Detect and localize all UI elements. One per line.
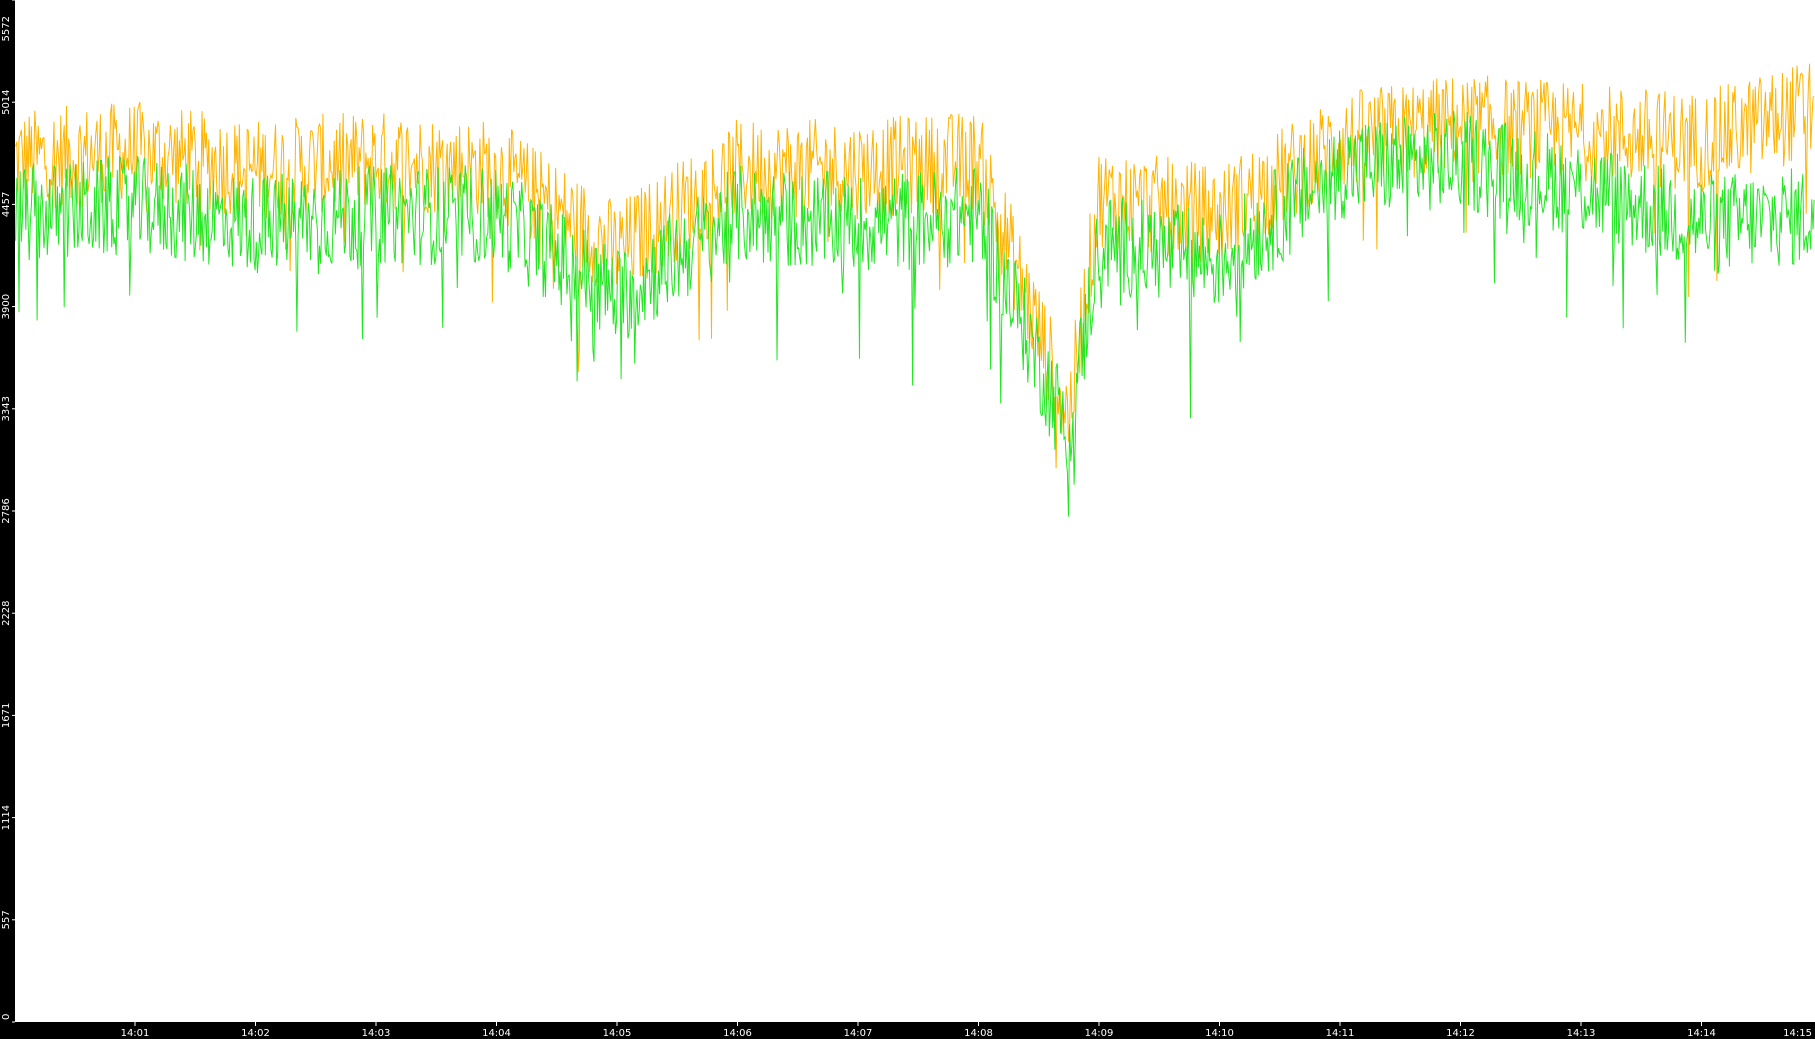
y-tick: 2228 — [1, 600, 15, 626]
x-tick-label: 14:04 — [482, 1028, 511, 1039]
y-tick-label: 3343 — [1, 396, 12, 421]
y-tick: 4457 — [1, 192, 15, 217]
x-tick: 14:03 — [362, 1022, 391, 1039]
x-tick: 14:10 — [1205, 1022, 1234, 1039]
y-tick-label: 5572 — [1, 16, 12, 41]
y-tick: 1671 — [1, 703, 15, 728]
y-tick: 5572 — [1, 0, 15, 41]
y-tick-label: 1114 — [1, 805, 12, 830]
x-tick: 14:06 — [723, 1022, 752, 1039]
y-tick-label: 0 — [1, 1014, 12, 1020]
x-axis: 14:01 14:02 14:03 14:04 14:05 14:06 14:07 14:08… — [121, 1022, 1812, 1039]
x-tick-label: 14:01 — [121, 1028, 150, 1039]
x-tick: 14:04 — [482, 1022, 511, 1039]
x-tick-label: 14:08 — [964, 1028, 993, 1039]
y-tick: 3343 — [1, 396, 15, 422]
x-tick: 14:05 — [603, 1022, 632, 1039]
y-tick: 557 — [1, 910, 15, 929]
y-tick-label: 557 — [1, 910, 12, 929]
x-tick: 14:01 — [121, 1022, 150, 1039]
y-tick-label: 3900 — [1, 294, 12, 319]
chart-svg: 0 557 1114 1671 2228 2786 3343 3900 4457 5014 5572… — [1, 0, 1815, 1039]
x-tick-label: 14:12 — [1446, 1028, 1475, 1039]
x-tick: 14:13 — [1567, 1022, 1596, 1039]
y-axis: 0 557 1114 1671 2228 2786 3343 3900 4457 5014 5572 — [1, 0, 15, 1023]
x-tick: 14:14 — [1687, 1022, 1716, 1039]
x-tick: 14:11 — [1326, 1022, 1355, 1039]
y-tick-label: 2786 — [1, 498, 12, 523]
y-tick-label: 5014 — [1, 89, 12, 114]
y-tick-label: 2228 — [1, 600, 12, 625]
x-tick-label: 14:11 — [1326, 1028, 1355, 1039]
y-tick-label: 1671 — [1, 703, 12, 728]
x-tick-label: 14:03 — [362, 1028, 391, 1039]
x-tick-label: 14:15 — [1783, 1028, 1812, 1039]
y-tick: 2786 — [1, 498, 15, 524]
y-tick: 3900 — [1, 294, 15, 319]
x-tick-label: 14:02 — [241, 1028, 270, 1039]
x-tick-label: 14:13 — [1567, 1028, 1596, 1039]
y-tick: 0 — [1, 1014, 15, 1023]
x-tick-label: 14:09 — [1085, 1028, 1114, 1039]
x-tick-label: 14:06 — [723, 1028, 752, 1039]
x-tick-label: 14:05 — [603, 1028, 632, 1039]
x-tick-label: 14:14 — [1687, 1028, 1716, 1039]
x-tick-label: 14:10 — [1205, 1028, 1234, 1039]
chart-frame: 0 557 1114 1671 2228 2786 3343 3900 4457 5014 5572… — [0, 0, 1815, 1039]
x-tick: 14:09 — [1085, 1022, 1114, 1039]
x-tick-label: 14:07 — [844, 1028, 873, 1039]
x-tick: 14:15 — [1783, 1028, 1812, 1039]
y-tick: 1114 — [1, 805, 15, 830]
x-tick: 14:02 — [241, 1022, 270, 1039]
x-tick: 14:07 — [844, 1022, 873, 1039]
y-tick: 5014 — [1, 89, 15, 115]
y-tick-label: 4457 — [1, 192, 12, 217]
x-tick: 14:08 — [964, 1022, 993, 1039]
x-tick: 14:12 — [1446, 1022, 1475, 1039]
